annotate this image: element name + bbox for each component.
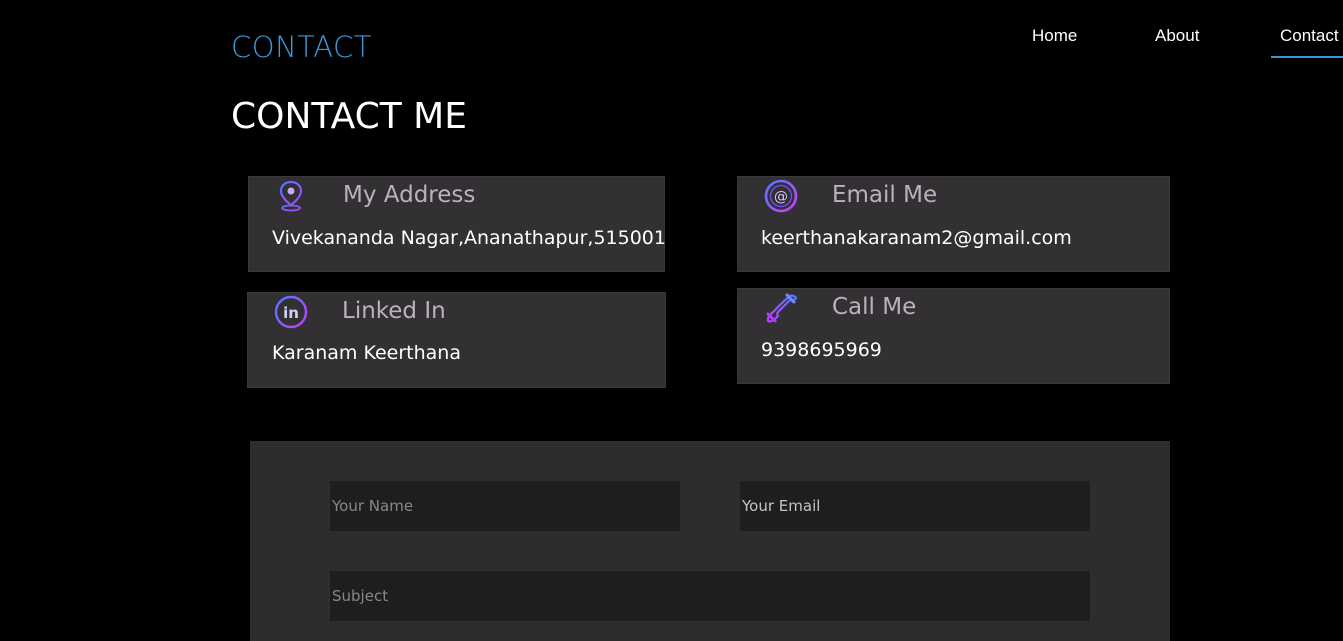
subject-input[interactable] xyxy=(330,571,1090,621)
linkedin-label: Linked In xyxy=(342,298,446,324)
top-nav: Home About Contact xyxy=(0,0,1343,70)
call-value[interactable]: 9398695969 xyxy=(761,339,882,361)
email-input[interactable] xyxy=(740,481,1090,531)
linkedin-value[interactable]: Karanam Keerthana xyxy=(272,342,461,364)
nav-active-underline xyxy=(1271,56,1343,58)
svg-text:in: in xyxy=(283,304,299,322)
location-pin-icon xyxy=(274,179,308,213)
email-card: @ Email Me keerthanakaranam2@gmail.com xyxy=(737,176,1170,272)
call-label: Call Me xyxy=(832,294,917,320)
address-card: My Address Vivekananda Nagar,Ananathapur… xyxy=(248,176,666,272)
address-value: Vivekananda Nagar,Ananathapur,515001 xyxy=(272,227,666,249)
linkedin-icon: in xyxy=(274,295,308,329)
contact-form-panel xyxy=(250,441,1170,641)
linkedin-card: in Linked In Karanam Keerthana xyxy=(247,292,666,388)
address-label: My Address xyxy=(343,182,476,208)
email-label: Email Me xyxy=(832,182,938,208)
at-sign-icon: @ xyxy=(764,179,798,213)
call-card: Call Me 9398695969 xyxy=(737,288,1170,384)
nav-contact[interactable]: Contact xyxy=(1280,26,1339,46)
email-value[interactable]: keerthanakaranam2@gmail.com xyxy=(761,227,1072,249)
nav-about[interactable]: About xyxy=(1155,26,1199,46)
page-title: CONTACT ME xyxy=(231,96,467,137)
nav-home[interactable]: Home xyxy=(1032,26,1077,46)
name-input[interactable] xyxy=(330,481,680,531)
svg-text:@: @ xyxy=(774,189,788,205)
phone-icon xyxy=(764,291,798,325)
